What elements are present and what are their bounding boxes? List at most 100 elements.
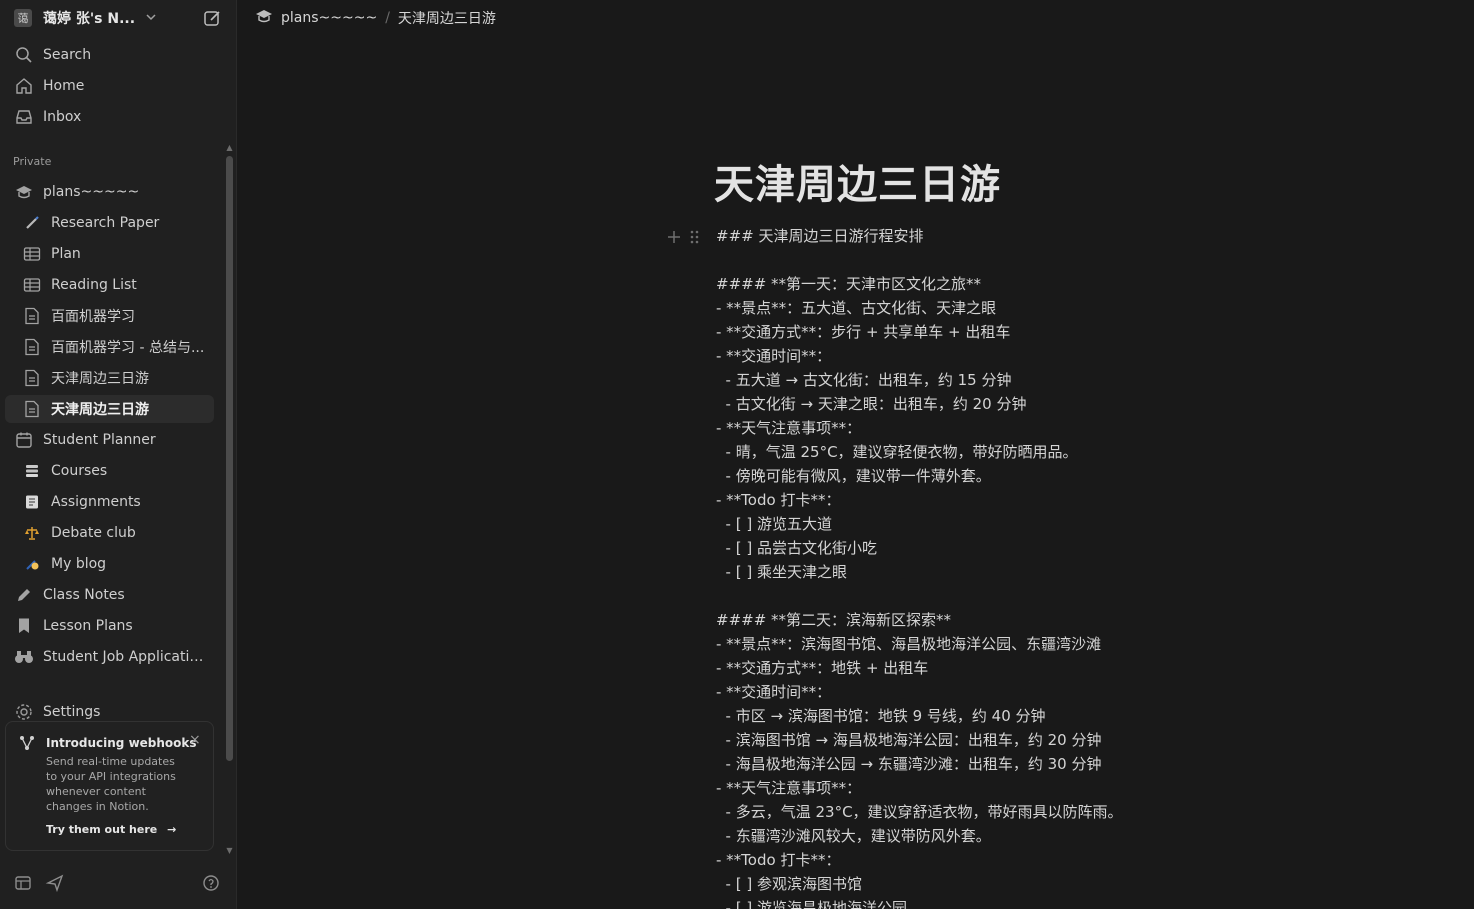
sidebar-page-page-5[interactable]: 百面机器学习 - 总结与...: [5, 333, 214, 361]
sidebar-page-label: plans~~~~~: [43, 184, 140, 200]
section-label-private: Private: [13, 155, 52, 168]
templates-icon[interactable]: [13, 873, 33, 893]
breadcrumb: plans~~~~~ / 天津周边三日游: [237, 0, 1474, 36]
text-line: - 市区 → 滨海图书馆：地铁 9 号线，约 40 分钟: [716, 707, 1046, 725]
bookmark-icon: [14, 616, 34, 636]
sidebar-item-search[interactable]: Search: [5, 41, 214, 69]
home-icon: [14, 76, 34, 96]
text-line: - [ ] 参观滨海图书馆: [716, 875, 862, 893]
arrow-right-icon: →: [167, 823, 177, 836]
graduation-cap-icon: [14, 182, 34, 202]
gear-icon: [14, 702, 34, 722]
pencil-icon: [14, 585, 34, 605]
text-line: - **天气注意事项**：: [716, 419, 862, 437]
sidebar-page-label: Student Planner: [43, 432, 156, 448]
send-icon[interactable]: [45, 873, 65, 893]
page-icon: [22, 337, 42, 357]
settings-label: Settings: [43, 704, 101, 720]
text-line: - 东疆湾沙滩风较大，建议带防风外套。: [716, 827, 991, 845]
text-line: - [ ] 游览五大道: [716, 515, 832, 533]
sidebar-page-research-paper[interactable]: Research Paper: [5, 209, 214, 237]
sidebar-page-label: Class Notes: [43, 587, 125, 603]
text-line: - [ ] 乘坐天津之眼: [716, 563, 847, 581]
page-icon: [22, 306, 42, 326]
text-line: - 古文化街 → 天津之眼：出租车，约 20 分钟: [716, 395, 1027, 413]
sidebar: 蔼 蔼婷 张's N... Search Home Inbox Private pl…: [0, 0, 237, 909]
text-line: - 傍晚可能有微风，建议带一件薄外套。: [716, 467, 991, 485]
table-icon: [22, 275, 42, 295]
text-line: - **天气注意事项**：: [716, 779, 862, 797]
sidebar-page-label: Debate club: [51, 525, 136, 541]
webhook-icon: [18, 734, 36, 752]
sidebar-page-label: Courses: [51, 463, 108, 479]
text-line: ### 天津周边三日游行程安排: [716, 227, 924, 245]
workspace-avatar: 蔼: [14, 9, 32, 27]
sidebar-page-page-4[interactable]: 百面机器学习: [5, 302, 214, 330]
sidebar-page-student-job-applicatio[interactable]: Student Job Applicatio...: [5, 643, 214, 671]
scales-emoji-icon: [22, 523, 42, 543]
sidebar-page-label: 天津周边三日游: [51, 402, 149, 418]
breadcrumb-parent[interactable]: plans~~~~~: [281, 10, 377, 26]
chevron-down-icon: [145, 11, 157, 26]
text-line: - **交通方式**：步行 + 共享单车 + 出租车: [716, 323, 1011, 341]
workspace-switcher[interactable]: 蔼 蔼婷 张's N...: [0, 0, 237, 36]
breadcrumb-current[interactable]: 天津周边三日游: [398, 8, 496, 28]
text-line: [716, 584, 1416, 608]
sidebar-page-label: My blog: [51, 556, 107, 572]
sidebar-page-student-planner[interactable]: Student Planner: [5, 426, 214, 454]
sidebar-page-plans[interactable]: plans~~~~~: [5, 178, 214, 206]
workspace-name: 蔼婷 张's N...: [43, 11, 136, 27]
sidebar-page-page-6[interactable]: 天津周边三日游: [5, 364, 214, 392]
sidebar-page-class-notes[interactable]: Class Notes: [5, 581, 214, 609]
sidebar-page-reading-list[interactable]: Reading List: [5, 271, 214, 299]
promo-link-label: Try them out here: [46, 823, 158, 836]
text-line: - **交通时间**：: [716, 683, 832, 701]
close-icon[interactable]: ×: [189, 732, 201, 748]
text-line: #### **第一天：天津市区文化之旅**: [716, 275, 982, 293]
sidebar-scrollbar-thumb[interactable]: [226, 156, 233, 761]
page-content[interactable]: ### 天津周边三日游行程安排 #### **第一天：天津市区文化之旅** - **…: [716, 224, 1416, 909]
sidebar-item-label: Search: [43, 47, 92, 63]
text-line: - 五大道 → 古文化街：出租车，约 15 分钟: [716, 371, 1012, 389]
page-icon: [22, 399, 42, 419]
sidebar-page-label: 百面机器学习: [51, 309, 135, 325]
books-emoji-icon: [22, 461, 42, 481]
writing-hand-emoji-icon: [22, 554, 42, 574]
sidebar-page-plan[interactable]: Plan: [5, 240, 214, 268]
text-line: - **交通时间**：: [716, 347, 832, 365]
table-icon: [22, 244, 42, 264]
notebook-emoji-icon: [22, 492, 42, 512]
sidebar-page-courses[interactable]: Courses: [5, 457, 214, 485]
search-icon: [14, 45, 34, 65]
sidebar-page-my-blog[interactable]: My blog: [5, 550, 214, 578]
text-line: - 滨海图书馆 → 海昌极地海洋公园：出租车，约 20 分钟: [716, 731, 1102, 749]
graduation-cap-icon: [255, 8, 273, 28]
text-line: - [ ] 游览海昌极地海洋公园: [716, 899, 907, 909]
text-line: - [ ] 品尝古文化街小吃: [716, 539, 877, 557]
sidebar-page-label: 百面机器学习 - 总结与...: [51, 340, 205, 356]
text-line: #### **第二天：滨海新区探索**: [716, 611, 952, 629]
sidebar-item-home[interactable]: Home: [5, 72, 214, 100]
promo-body: Send real-time updates to your API integ…: [46, 755, 176, 813]
sidebar-page-page-7[interactable]: 天津周边三日游: [5, 395, 214, 423]
promo-link[interactable]: Try them out here →: [46, 823, 176, 836]
sidebar-page-label: Research Paper: [51, 215, 160, 231]
page-icon: [22, 368, 42, 388]
sidebar-item-inbox[interactable]: Inbox: [5, 103, 214, 131]
sidebar-page-label: Assignments: [51, 494, 141, 510]
sidebar-page-debate-club[interactable]: Debate club: [5, 519, 214, 547]
text-line: - **Todo 打卡**：: [716, 491, 841, 509]
calendar-icon: [14, 430, 34, 450]
text-line: - 晴，气温 25°C，建议穿轻便衣物，带好防晒用品。: [716, 443, 1078, 461]
sidebar-page-lesson-plans[interactable]: Lesson Plans: [5, 612, 214, 640]
promo-title: Introducing webhooks: [46, 736, 197, 750]
help-icon[interactable]: [201, 873, 221, 893]
new-page-icon[interactable]: [203, 9, 222, 28]
block-handle[interactable]: [666, 227, 706, 247]
inbox-icon: [14, 107, 34, 127]
page-title[interactable]: 天津周边三日游: [714, 152, 1001, 210]
sidebar-page-assignments[interactable]: Assignments: [5, 488, 214, 516]
sidebar-page-label: Reading List: [51, 277, 137, 293]
scroll-up-arrow[interactable]: ▲: [225, 144, 234, 152]
scroll-down-arrow[interactable]: ▼: [225, 847, 234, 855]
